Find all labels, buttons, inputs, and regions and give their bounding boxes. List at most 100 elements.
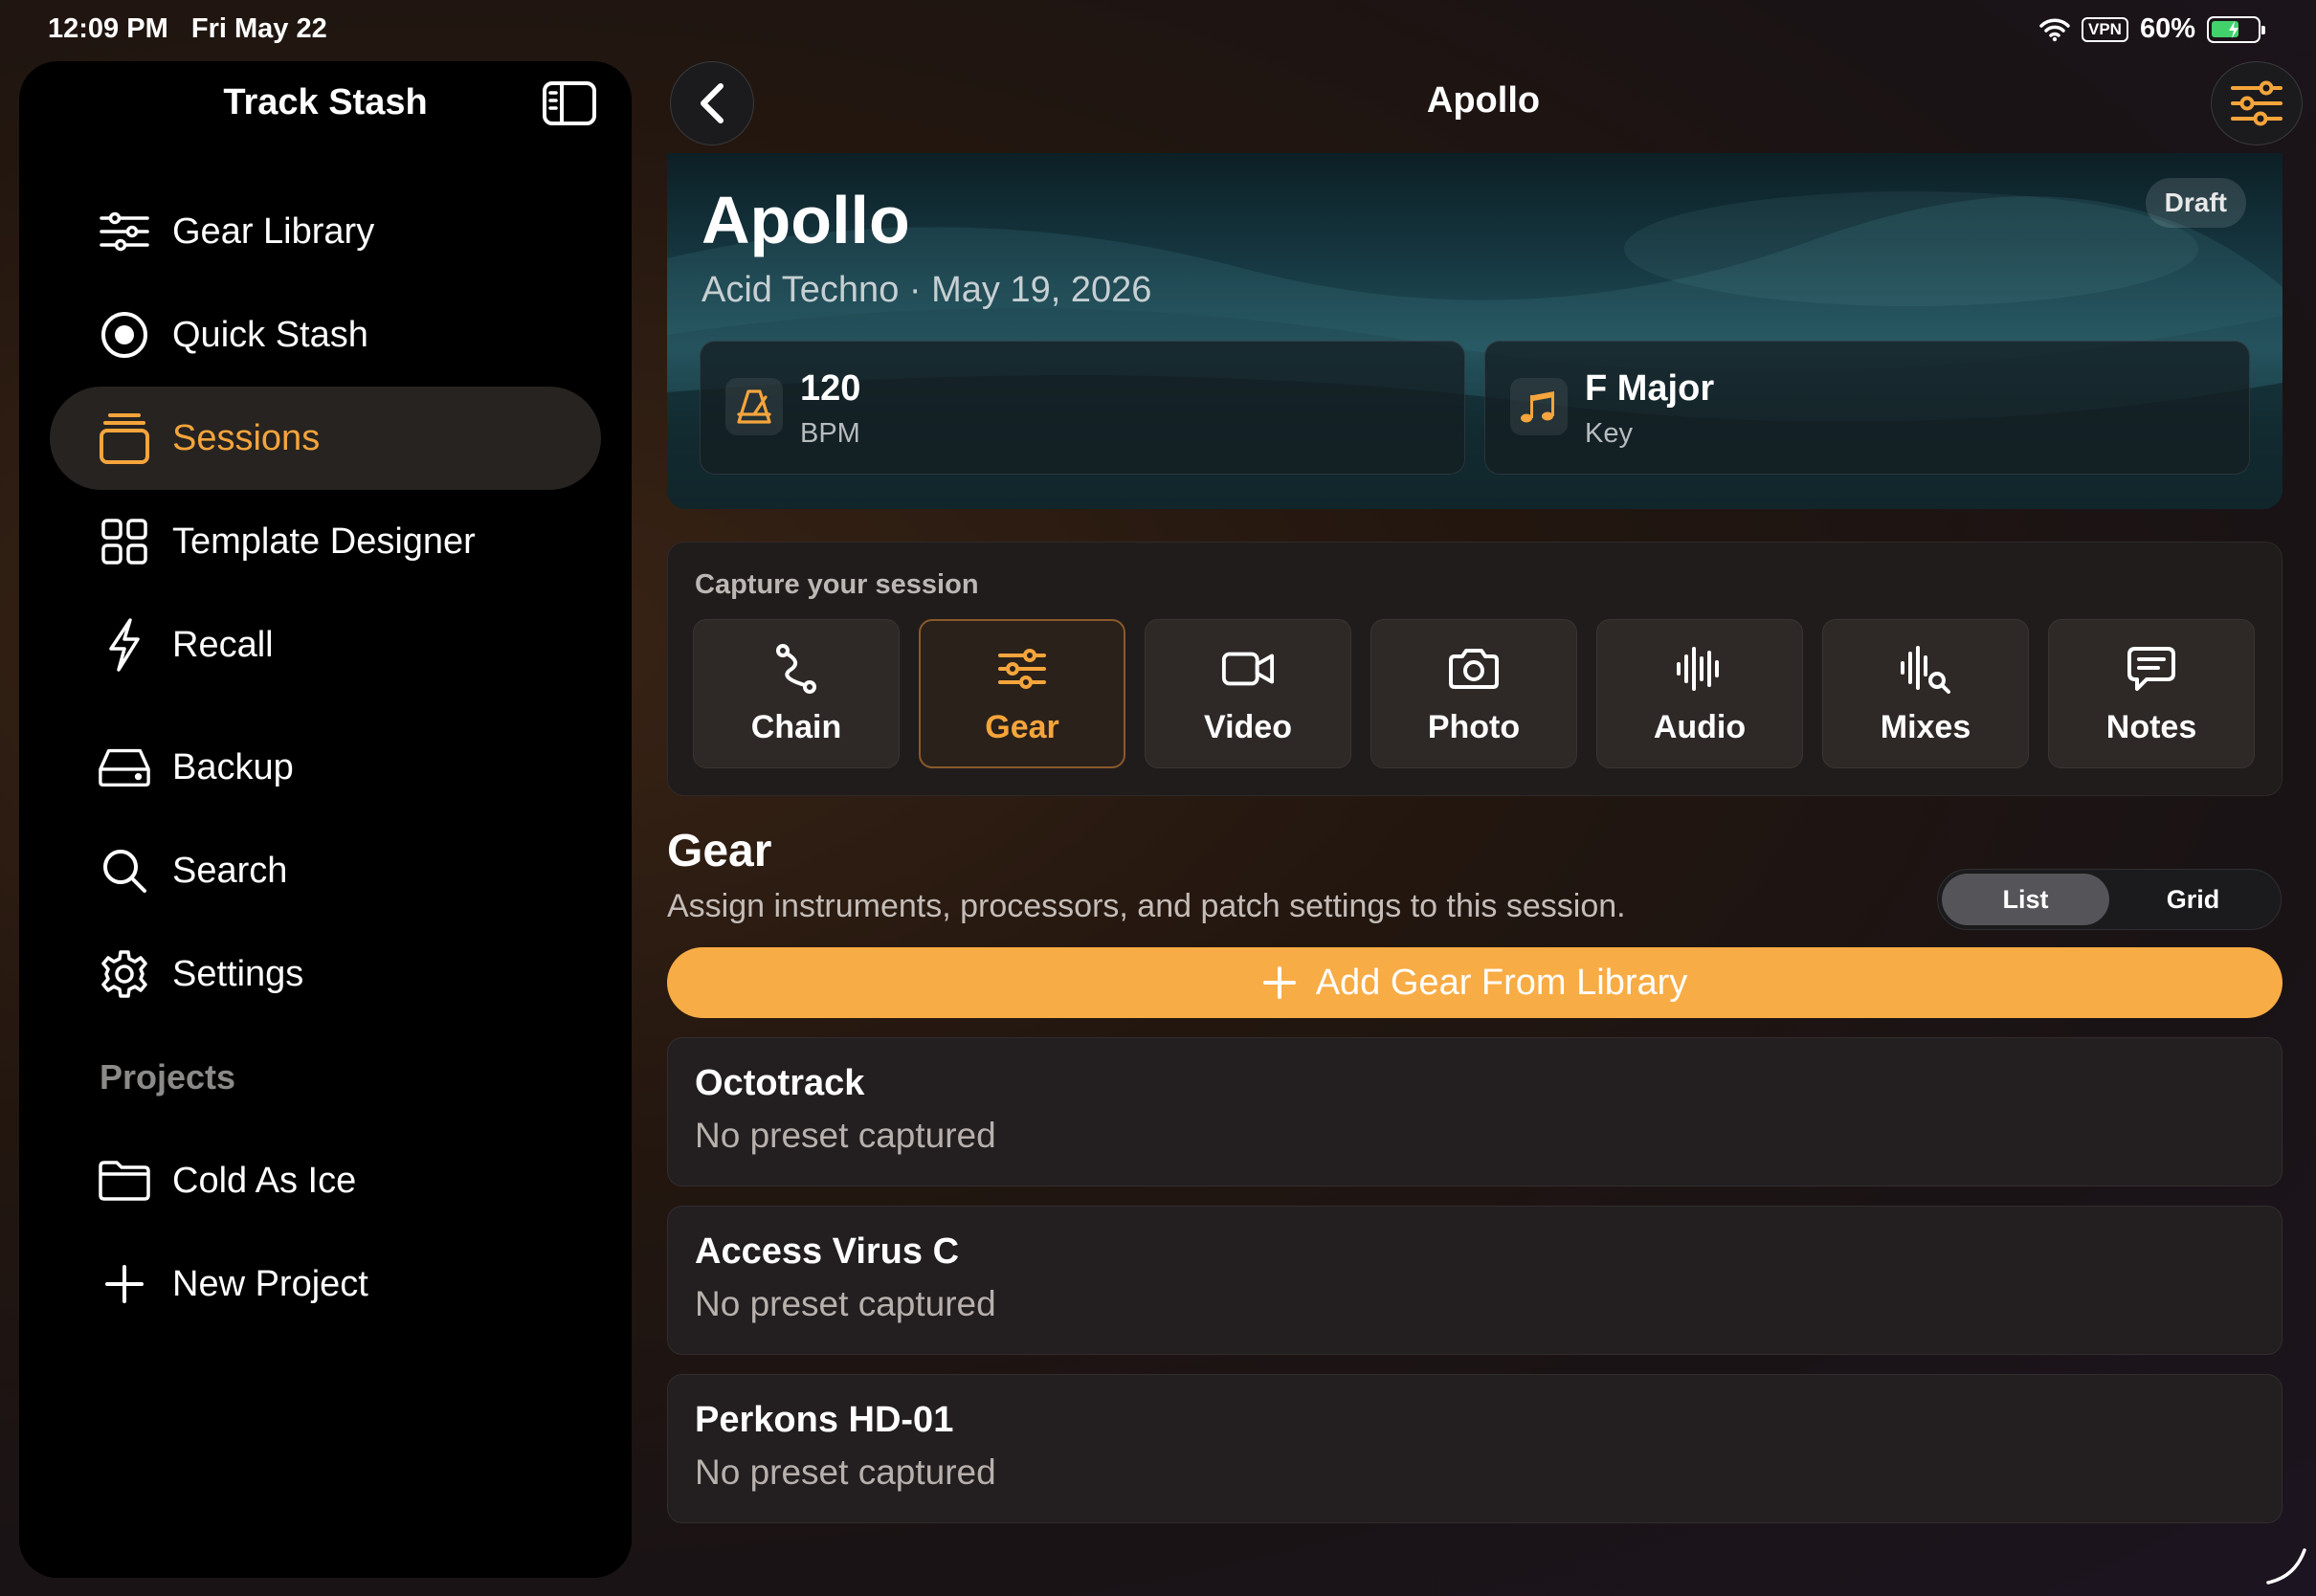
section-title: Gear [667, 826, 772, 876]
sidebar-item-new-project[interactable]: New Project [50, 1232, 601, 1336]
capture-video-button[interactable]: Video [1145, 619, 1351, 768]
capture-mixes-button[interactable]: Mixes [1822, 619, 2029, 768]
capture-notes-button[interactable]: Notes [2048, 619, 2255, 768]
capture-photo-button[interactable]: Photo [1370, 619, 1577, 768]
key-value: F Major [1585, 368, 1715, 409]
sidebar-item-recall[interactable]: Recall [50, 593, 601, 697]
gear-icon [98, 947, 151, 1001]
filter-button[interactable] [2211, 61, 2303, 145]
sidebar-title: Track Stash [223, 82, 428, 122]
capture-chain-button[interactable]: Chain [693, 619, 900, 768]
capture-tile-label: Photo [1427, 708, 1521, 745]
gear-name: Access Virus C [695, 1231, 960, 1272]
capture-panel: Capture your session Chain Gear Video Ph… [667, 542, 2283, 796]
gear-list: Octotrack No preset captured Access Viru… [667, 1037, 2283, 1542]
key-card[interactable]: F Major Key [1484, 341, 2250, 475]
vpn-badge: VPN [2081, 16, 2128, 42]
gear-preset: No preset captured [695, 1116, 996, 1155]
view-toggle: List Grid [1937, 869, 2282, 930]
status-indicators: VPN 60% [2039, 13, 2265, 45]
resize-handle-icon[interactable] [2262, 1541, 2310, 1588]
sidebar-item-label: Backup [172, 746, 294, 787]
gear-preset: No preset captured [695, 1284, 996, 1323]
capture-tile-label: Chain [750, 708, 842, 745]
back-button[interactable] [670, 61, 754, 145]
sidebar-item-template-designer[interactable]: Template Designer [50, 490, 601, 593]
session-title: Apollo [701, 183, 910, 257]
drive-icon [98, 741, 151, 794]
sidebar-item-quick-stash[interactable]: Quick Stash [50, 283, 601, 387]
sidebar-item-backup[interactable]: Backup [50, 716, 601, 819]
grid-icon [98, 515, 151, 568]
bpm-value: 120 [800, 368, 861, 409]
video-icon [1221, 642, 1275, 696]
capture-tile-label: Notes [2105, 708, 2197, 745]
sliders-icon [2231, 80, 2283, 126]
plus-icon [98, 1257, 151, 1311]
capture-label: Capture your session [695, 569, 979, 600]
list-item[interactable]: Access Virus C No preset captured [667, 1206, 2283, 1355]
capture-gear-button[interactable]: Gear [919, 619, 1125, 768]
speech-bubble-icon [2125, 642, 2178, 696]
record-icon [98, 308, 151, 362]
sidebar-item-search[interactable]: Search [50, 819, 601, 922]
sidebar-item-gear-library[interactable]: Gear Library [50, 180, 601, 283]
sidebar-item-label: Gear Library [172, 211, 375, 252]
metronome-icon [725, 378, 783, 435]
sidebar-item-label: Search [172, 850, 288, 891]
sidebar-nav: Gear Library Quick Stash Sessions Templa… [50, 180, 601, 1336]
bolt-icon [98, 618, 151, 672]
sidebar-item-sessions[interactable]: Sessions [50, 387, 601, 490]
sidebar-toggle-icon[interactable] [542, 80, 597, 126]
capture-tile-label: Mixes [1880, 708, 1971, 745]
session-subtitle: Acid Techno · May 19, 2026 [701, 270, 1152, 310]
status-time: 12:09 PM Fri May 22 [48, 13, 327, 44]
page-title: Apollo [1426, 80, 1541, 121]
key-label: Key [1585, 418, 1633, 449]
add-gear-button[interactable]: Add Gear From Library [667, 947, 2283, 1018]
battery-percent: 60% [2139, 13, 2195, 44]
music-notes-icon [1510, 378, 1568, 435]
list-item[interactable]: Octotrack No preset captured [667, 1037, 2283, 1186]
chevron-left-icon [701, 83, 724, 123]
capture-tile-label: Video [1204, 708, 1292, 745]
gear-name: Perkons HD-01 [695, 1400, 954, 1440]
capture-tile-label: Gear [985, 708, 1059, 745]
gear-name: Octotrack [695, 1063, 865, 1103]
status-badge: Draft [2145, 178, 2246, 228]
bpm-label: BPM [800, 418, 860, 449]
session-hero: Apollo Acid Techno · May 19, 2026 Draft … [667, 153, 2283, 509]
search-icon [98, 844, 151, 898]
list-item[interactable]: Perkons HD-01 No preset captured [667, 1374, 2283, 1523]
sidebar-item-label: Quick Stash [172, 314, 368, 355]
wifi-icon [2039, 18, 2070, 41]
battery-icon [2207, 15, 2265, 43]
gear-preset: No preset captured [695, 1452, 996, 1492]
plus-icon [1262, 966, 1296, 999]
sidebar-item-label: Template Designer [172, 521, 476, 562]
add-gear-label: Add Gear From Library [1315, 962, 1688, 1003]
capture-tile-label: Audio [1653, 708, 1747, 745]
view-grid-button[interactable]: Grid [2109, 874, 2277, 925]
bpm-card[interactable]: 120 BPM [700, 341, 1465, 475]
sidebar-item-cold-as-ice[interactable]: Cold As Ice [50, 1129, 601, 1232]
chain-icon [769, 642, 823, 696]
waveform-icon [1673, 642, 1726, 696]
sidebar-item-label: Settings [172, 953, 304, 994]
view-list-button[interactable]: List [1942, 874, 2109, 925]
status-bar: 12:09 PM Fri May 22 VPN 60% [0, 0, 2316, 59]
sidebar-item-label: Sessions [172, 417, 321, 458]
waveform-search-icon [1899, 642, 1952, 696]
sidebar-item-label: Cold As Ice [172, 1160, 357, 1201]
sidebar-item-settings[interactable]: Settings [50, 922, 601, 1026]
sliders-icon [995, 642, 1049, 696]
sidebar: Track Stash Gear Library Quick Stash Ses… [19, 61, 632, 1578]
folder-icon [98, 1154, 151, 1208]
section-description: Assign instruments, processors, and patc… [667, 888, 1626, 924]
sliders-icon [98, 205, 151, 258]
sidebar-item-label: Recall [172, 624, 274, 665]
projects-header: Projects [100, 1057, 236, 1097]
stack-icon [98, 411, 151, 465]
camera-icon [1447, 642, 1501, 696]
capture-audio-button[interactable]: Audio [1596, 619, 1803, 768]
